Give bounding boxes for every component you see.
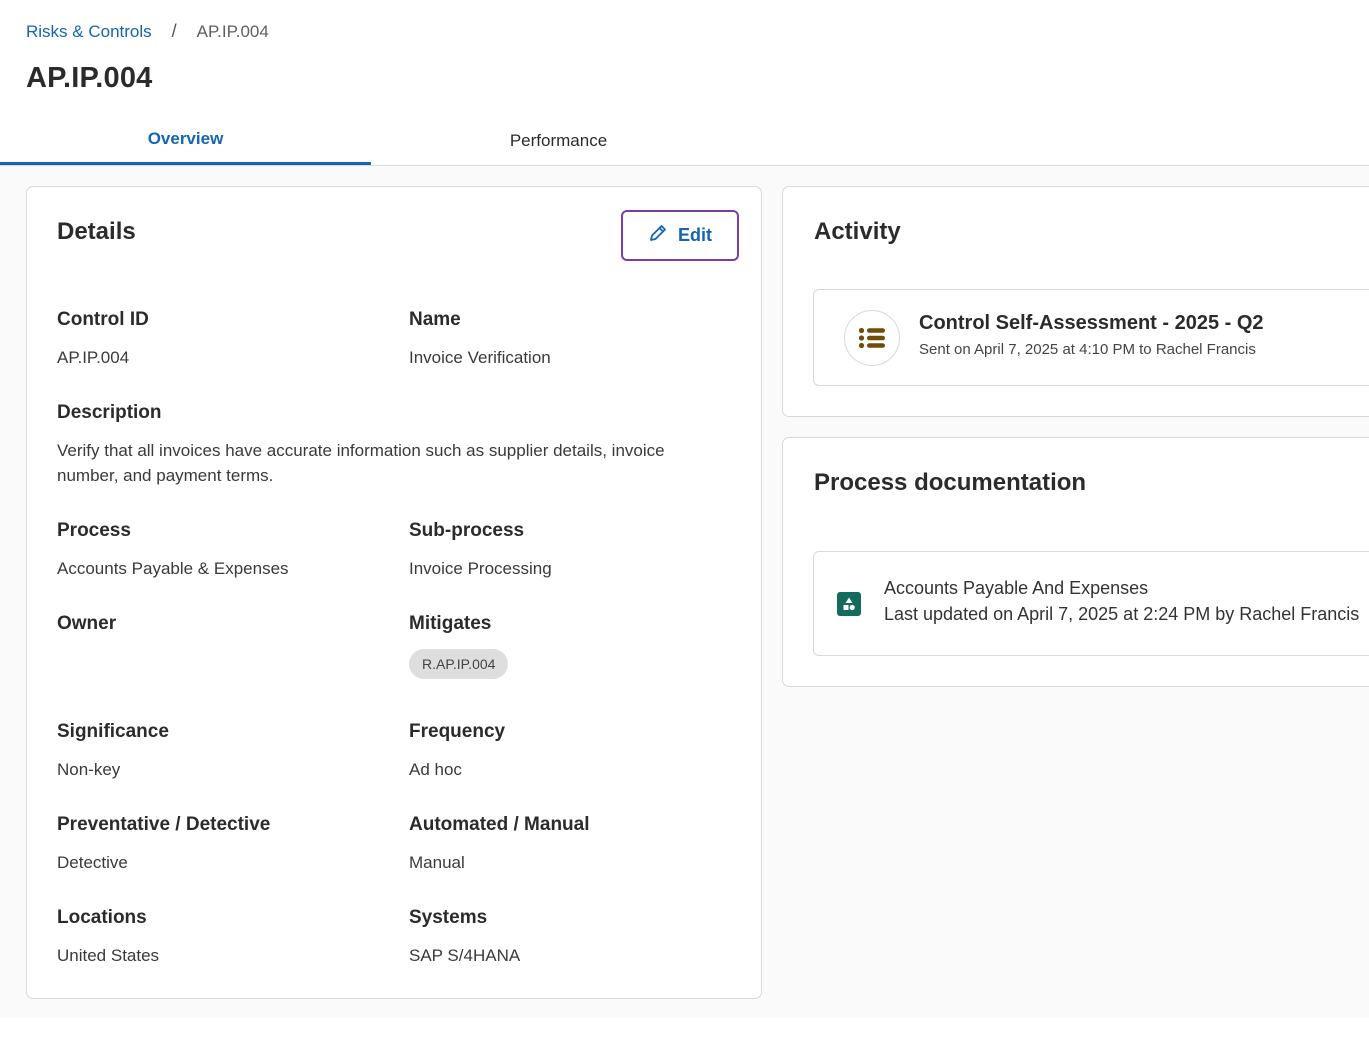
edit-button[interactable]: Edit — [621, 210, 739, 261]
automated-manual-value: Manual — [409, 853, 465, 872]
main-content: Details Edit Control ID AP.IP.004 Name I… — [0, 166, 1369, 1018]
tab-bar: Overview Performance — [0, 116, 1369, 166]
edit-label: Edit — [678, 225, 712, 245]
activity-item[interactable]: Control Self-Assessment - 2025 - Q2 Sent… — [813, 289, 1369, 386]
process-value: Accounts Payable & Expenses — [57, 559, 289, 578]
systems-label: Systems — [409, 907, 488, 928]
process-documentation-title: Process documentation — [814, 469, 1087, 496]
locations-value: United States — [57, 946, 160, 965]
shapes-icon — [837, 592, 861, 616]
details-card: Details Edit Control ID AP.IP.004 Name I… — [26, 186, 762, 999]
activity-title: Activity — [814, 218, 901, 245]
sub-process-value: Invoice Processing — [409, 559, 552, 578]
breadcrumb-separator: / — [171, 21, 177, 41]
preventative-detective-value: Detective — [57, 853, 128, 872]
page-header: Risks & Controls / AP.IP.004 AP.IP.004 O… — [0, 0, 1369, 166]
mitigates-label: Mitigates — [409, 613, 492, 634]
process-label: Process — [57, 520, 131, 541]
significance-label: Significance — [57, 721, 169, 742]
list-icon — [844, 310, 900, 366]
process-documentation-item-title: Accounts Payable And Expenses — [884, 578, 1149, 598]
breadcrumb-current: AP.IP.004 — [196, 21, 269, 41]
preventative-detective-label: Preventative / Detective — [57, 814, 271, 835]
mitigates-risk-chip[interactable]: R.AP.IP.004 — [409, 649, 509, 679]
frequency-label: Frequency — [409, 721, 506, 742]
process-documentation-card: Process documentation Accounts Payable A… — [782, 437, 1369, 687]
tab-performance[interactable]: Performance — [371, 116, 746, 165]
process-documentation-item[interactable]: Accounts Payable And Expenses Last updat… — [813, 551, 1369, 656]
activity-item-subtitle: Sent on April 7, 2025 at 4:10 PM to Rach… — [919, 341, 1256, 358]
frequency-value: Ad hoc — [409, 760, 462, 779]
name-value: Invoice Verification — [409, 348, 551, 367]
activity-item-title: Control Self-Assessment - 2025 - Q2 — [919, 312, 1264, 334]
breadcrumb-link-risks-controls[interactable]: Risks & Controls — [26, 22, 152, 42]
locations-label: Locations — [57, 907, 147, 928]
activity-card: Activity Control Self-Assessment - 2025 … — [782, 186, 1369, 417]
tab-overview[interactable]: Overview — [0, 116, 371, 165]
breadcrumb: Risks & Controls / AP.IP.004 — [26, 21, 269, 42]
systems-value: SAP S/4HANA — [409, 946, 521, 965]
pencil-icon — [648, 223, 668, 248]
control-id-label: Control ID — [57, 309, 149, 330]
description-label: Description — [57, 402, 162, 423]
process-documentation-item-subtitle: Last updated on April 7, 2025 at 2:24 PM… — [884, 604, 1360, 624]
sub-process-label: Sub-process — [409, 520, 525, 541]
name-label: Name — [409, 309, 461, 330]
page-title: AP.IP.004 — [26, 62, 153, 94]
control-id-value: AP.IP.004 — [57, 348, 130, 367]
owner-label: Owner — [57, 613, 117, 634]
significance-value: Non-key — [57, 760, 121, 779]
automated-manual-label: Automated / Manual — [409, 814, 590, 835]
description-value: Verify that all invoices have accurate i… — [57, 441, 665, 485]
details-title: Details — [57, 218, 136, 245]
